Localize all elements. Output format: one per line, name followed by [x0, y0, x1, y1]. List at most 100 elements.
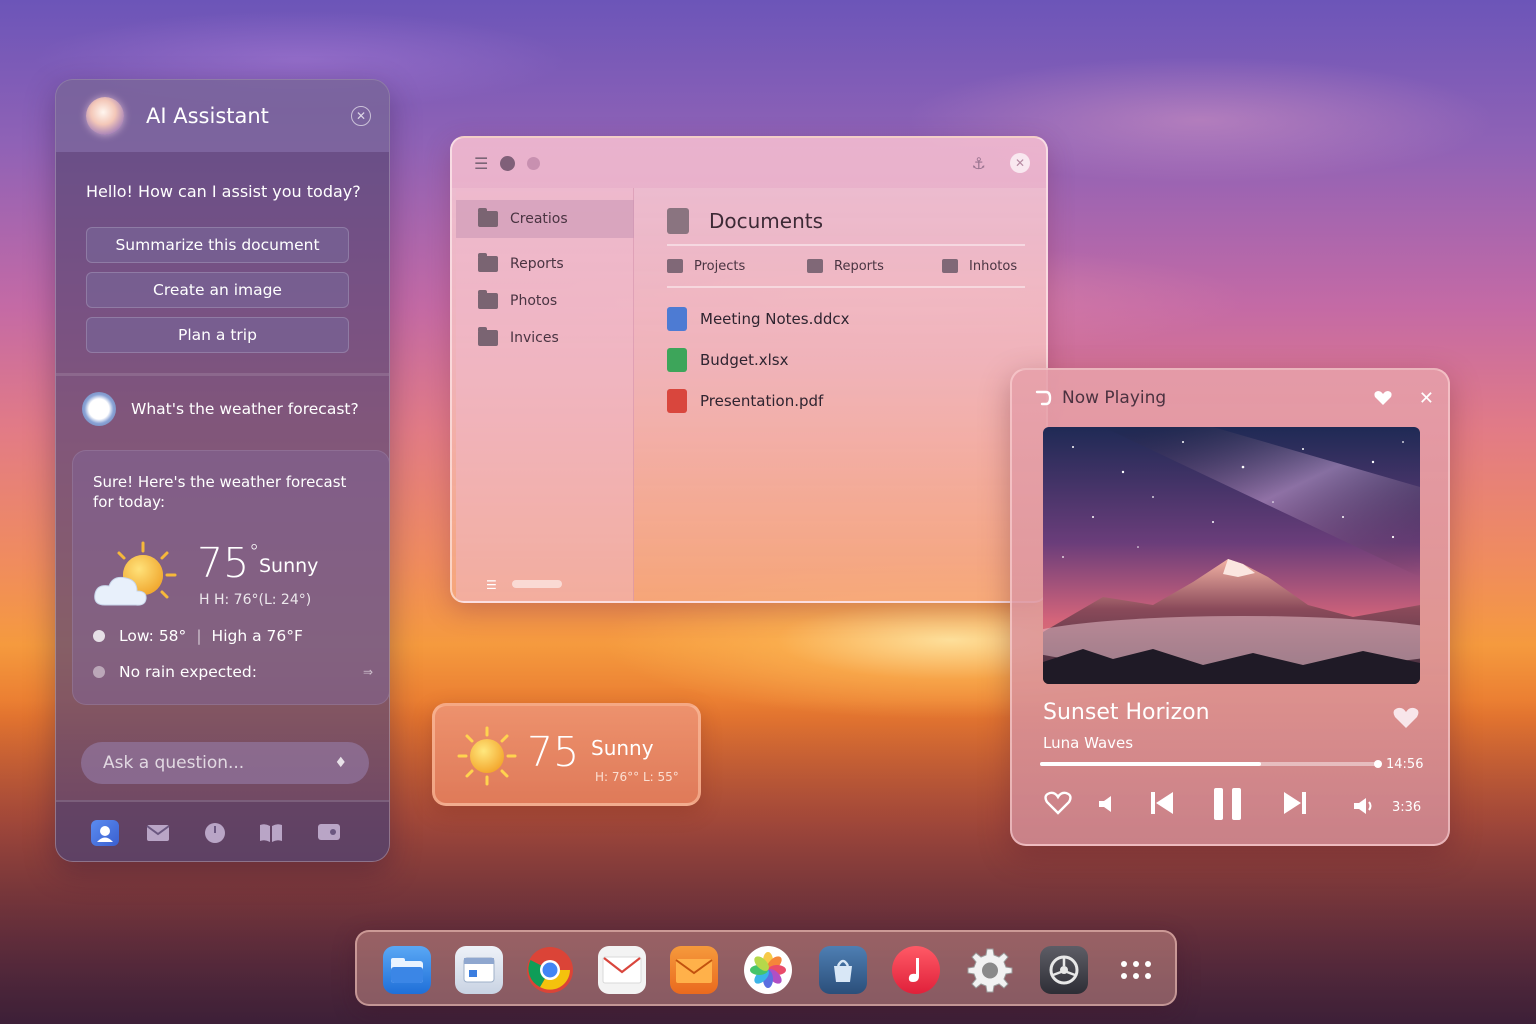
favorite-heart-icon[interactable] [1392, 706, 1420, 730]
volume-button[interactable] [1352, 796, 1376, 816]
sidebar-item-invices[interactable]: Invices [456, 319, 634, 357]
folder-icon [478, 327, 498, 346]
pause-button[interactable] [1212, 786, 1244, 822]
now-playing-label: Now Playing [1062, 388, 1167, 408]
send-icon[interactable]: ♦ [334, 755, 347, 771]
user-message: What's the weather forecast? [56, 376, 389, 426]
file-explorer-window: ☰ ⚓ ✕ Creatios Reports Photos Invices ☰ … [450, 136, 1048, 603]
mail-icon[interactable] [146, 822, 170, 844]
forecast-rain: No rain expected: ⇒ [93, 663, 373, 681]
chrome-icon[interactable] [526, 946, 574, 994]
sidebar-item-creatios[interactable]: Creatios [456, 200, 634, 238]
expand-arrow-icon[interactable]: ⇒ [363, 665, 373, 679]
forecast-hilo: H H: 76°(L: 24°) [199, 592, 312, 608]
previous-button[interactable] [1150, 790, 1174, 816]
crumb-label: Projects [694, 258, 746, 274]
song-title: Sunset Horizon [1043, 700, 1210, 725]
list-view-icon[interactable]: ☰ [486, 578, 497, 592]
album-art-mountain-image [1043, 427, 1420, 684]
suggestion-summarize-button[interactable]: Summarize this document [86, 227, 349, 263]
forecast-temp-value: 75 [197, 539, 250, 587]
assistant-orb-icon [86, 97, 124, 135]
ask-placeholder: Ask a question... [103, 753, 245, 773]
files-icon[interactable] [383, 946, 431, 994]
dock [355, 930, 1177, 1006]
moon-icon [93, 630, 105, 642]
assistant-footer [56, 800, 389, 861]
system-prefs-icon[interactable] [1040, 946, 1088, 994]
explorer-titlebar: ☰ ⚓ ✕ [452, 138, 1046, 188]
mailbox-icon[interactable] [670, 946, 718, 994]
explorer-main: Documents Projects Reports Inhotos Meeti… [667, 198, 1025, 421]
skip-back-icon [1151, 792, 1173, 814]
separator: | [196, 627, 202, 645]
total-time: 14:56 [1386, 757, 1424, 772]
assistant-reply-card: Sure! Here's the weather forecast for to… [72, 450, 389, 705]
finder-icon[interactable] [455, 946, 503, 994]
folder-icon [942, 259, 958, 273]
forecast-low-high: Low: 58° | High a 76°F [93, 627, 303, 645]
close-icon[interactable]: ✕ [1419, 388, 1434, 409]
window-dot[interactable] [527, 156, 541, 170]
sun-icon [457, 726, 517, 786]
mail-icon[interactable] [598, 946, 646, 994]
assistant-app-icon[interactable] [91, 820, 119, 846]
window-dot[interactable] [500, 155, 516, 171]
sidebar-item-label: Invices [510, 330, 559, 346]
sidebar-item-reports[interactable]: Reports [456, 245, 634, 283]
degree-symbol: ° [249, 540, 260, 564]
more-apps-icon[interactable] [1112, 946, 1160, 994]
forecast-summary: 75° Sunny H H: 76°(L: 24°) [91, 537, 371, 617]
pin-icon[interactable]: ⚓ [972, 154, 986, 173]
file-item[interactable]: Meeting Notes.ddcx [667, 298, 1025, 339]
music-icon[interactable] [892, 946, 940, 994]
sidebar-item-label: Photos [510, 293, 558, 309]
breadcrumb: Projects Reports Inhotos [667, 246, 1025, 288]
suggestion-plan-trip-button[interactable]: Plan a trip [86, 317, 349, 353]
close-icon[interactable]: ✕ [351, 106, 371, 126]
assistant-greeting: Hello! How can I assist you today? [86, 182, 361, 201]
partly-sunny-icon [94, 541, 177, 606]
sidebar-item-photos[interactable]: Photos [456, 282, 634, 320]
file-item[interactable]: Presentation.pdf [667, 380, 1025, 421]
close-icon[interactable]: ✕ [1010, 153, 1030, 173]
app-store-icon[interactable] [819, 946, 867, 994]
file-item[interactable]: Budget.xlsx [667, 339, 1025, 380]
elapsed-time: 3:36 [1392, 800, 1422, 815]
word-doc-icon [667, 306, 687, 331]
sidebar-item-label: Creatios [510, 211, 568, 227]
volume-low-button[interactable] [1096, 794, 1116, 814]
crumb-inhotos[interactable]: Inhotos [942, 259, 1017, 274]
weather-widget[interactable]: 75 Sunny H: 76°° L: 55° [432, 703, 701, 806]
book-icon[interactable] [259, 822, 283, 844]
next-button[interactable] [1283, 790, 1307, 816]
status-bar [512, 580, 562, 588]
progress-slider[interactable] [1040, 760, 1382, 768]
folder-icon [478, 290, 498, 309]
high-text: High a 76°F [211, 627, 303, 645]
ask-question-input[interactable]: Ask a question... ♦ [81, 742, 369, 784]
like-button[interactable] [1044, 790, 1072, 816]
photos-icon[interactable] [744, 946, 792, 994]
menu-icon[interactable]: ☰ [474, 154, 488, 173]
file-name: Meeting Notes.ddcx [700, 309, 850, 328]
chat-icon[interactable] [317, 822, 341, 844]
forecast-condition: Sunny [259, 555, 319, 577]
music-player-window: Now Playing ✕ Sunset Horizon Luna Waves … [1010, 368, 1450, 846]
settings-icon[interactable] [966, 946, 1014, 994]
widget-temp: 75 [527, 728, 580, 776]
now-playing-icon [1035, 390, 1052, 406]
clock-icon[interactable] [203, 822, 227, 844]
progress-end-knob[interactable] [1374, 760, 1382, 768]
crumb-projects[interactable]: Projects [667, 259, 807, 274]
crumb-reports[interactable]: Reports [807, 259, 942, 274]
assistant-header: AI Assistant ✕ [56, 80, 389, 152]
folder-title: Documents [709, 209, 824, 233]
artist-name: Luna Waves [1043, 734, 1134, 752]
user-avatar [82, 392, 116, 426]
folder-icon [478, 253, 498, 272]
suggestion-create-image-button[interactable]: Create an image [86, 272, 349, 308]
heart-check-icon[interactable] [1373, 389, 1393, 407]
pause-icon [1214, 788, 1241, 820]
crumb-label: Inhotos [969, 258, 1018, 274]
